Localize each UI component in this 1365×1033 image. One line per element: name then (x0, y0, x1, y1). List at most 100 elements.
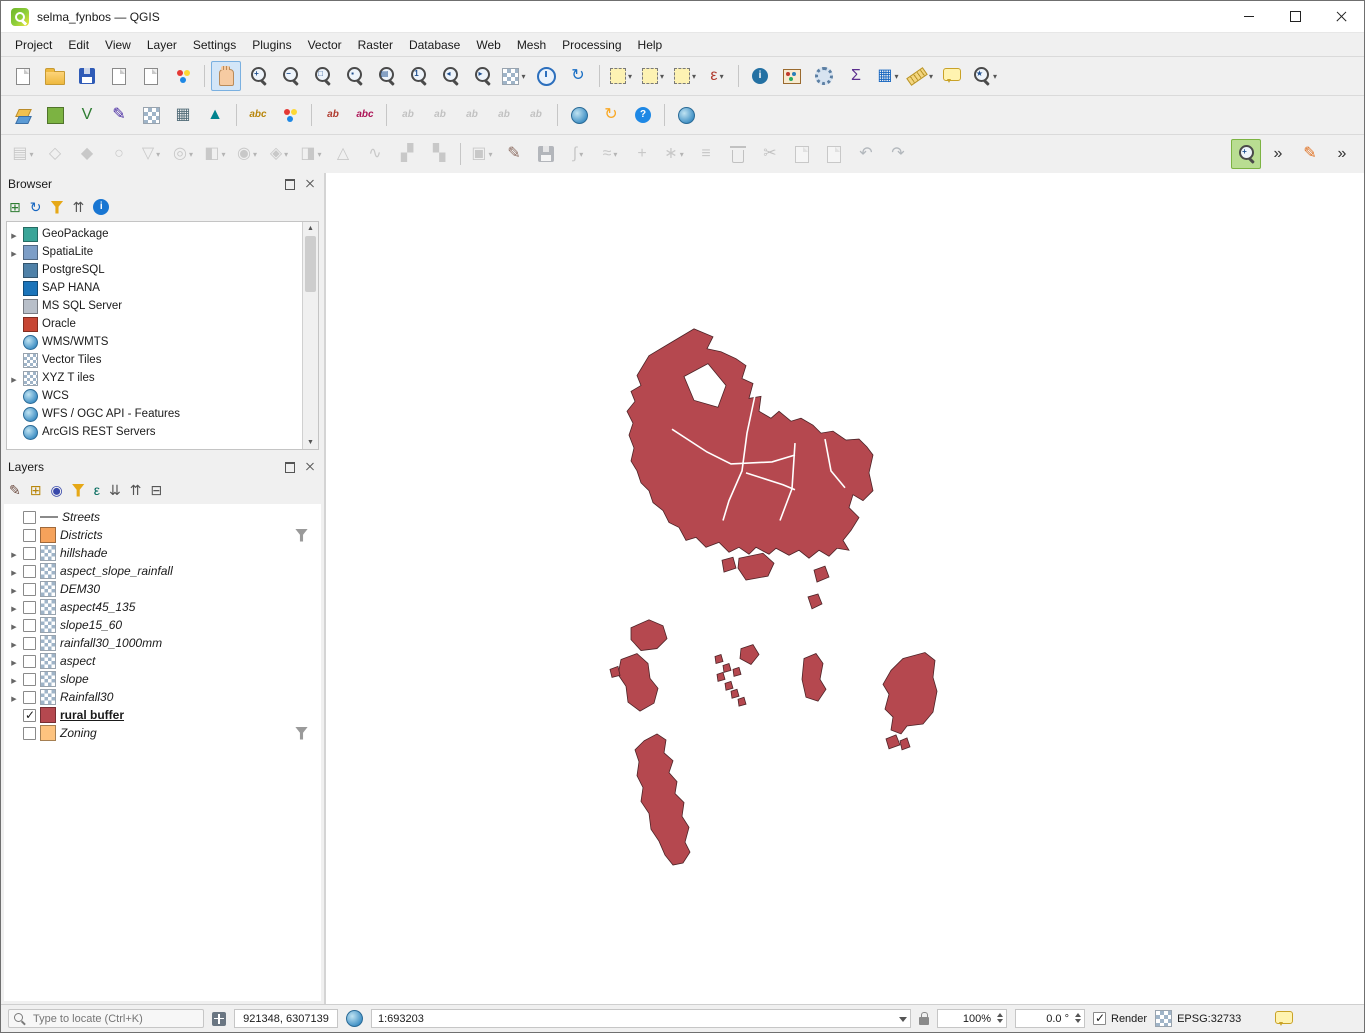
scroll-thumb[interactable] (305, 236, 316, 292)
toolbar-extension-icon[interactable]: » (1263, 139, 1293, 169)
browser-xyz-tiles[interactable]: XYZ T iles (7, 369, 302, 387)
temporal-controller-icon[interactable] (531, 61, 561, 91)
layer-checkbox[interactable] (23, 727, 36, 740)
layer-checkbox[interactable] (23, 583, 36, 596)
new-map-view-icon[interactable] (499, 61, 529, 91)
merge-features-icon[interactable]: ▣ (467, 139, 497, 169)
magnifier-spinbox[interactable]: 100% (937, 1009, 1007, 1028)
browser-spatialite[interactable]: SpatiaLite (7, 243, 302, 261)
scroll-down-icon[interactable]: ▼ (307, 436, 314, 449)
rotation-spinbox[interactable]: 0.0 ° (1015, 1009, 1085, 1028)
new-mesh-layer-icon[interactable]: ▲ (200, 100, 230, 130)
browser-geopackage[interactable]: GeoPackage (7, 225, 302, 243)
browser-ms-sql-server[interactable]: MS SQL Server (7, 297, 302, 315)
pin-labels-icon[interactable]: ab (318, 100, 348, 130)
move-feature-icon[interactable]: ◇ (40, 139, 70, 169)
layer-districts[interactable]: Districts (4, 526, 321, 544)
layer-rainfall30-1000mm[interactable]: rainfall30_1000mm (4, 634, 321, 652)
expander-icon[interactable] (9, 546, 19, 560)
menu-item[interactable]: Database (401, 35, 468, 55)
layer-checkbox[interactable] (23, 709, 36, 722)
collapse-all-icon[interactable]: ⇈ (72, 200, 84, 214)
add-group-icon[interactable]: ⊞ (30, 483, 42, 497)
maximize-button[interactable] (1272, 1, 1318, 32)
expander-icon[interactable] (9, 636, 19, 650)
style-manager-icon[interactable] (168, 61, 198, 91)
menu-item[interactable]: Project (7, 35, 60, 55)
show-layout-manager-icon[interactable] (136, 61, 166, 91)
menu-item[interactable]: Vector (300, 35, 350, 55)
layer-checkbox[interactable] (23, 619, 36, 632)
digitize-with-curve-icon[interactable]: ∫ (563, 139, 593, 169)
browser-wfs[interactable]: WFS / OGC API - Features (7, 405, 302, 423)
menu-item[interactable]: Settings (185, 35, 244, 55)
delete-selected-icon[interactable] (723, 139, 753, 169)
lock-scale-icon[interactable] (919, 1017, 929, 1025)
open-attribute-table-icon[interactable]: ▦ (873, 61, 903, 91)
browser-postgresql[interactable]: PostgreSQL (7, 261, 302, 279)
properties-icon[interactable]: i (93, 199, 109, 215)
new-print-layout-icon[interactable] (104, 61, 134, 91)
toolbar-button[interactable] (233, 101, 240, 129)
layer-checkbox[interactable] (23, 529, 36, 542)
browser-sap-hana[interactable]: SAP HANA (7, 279, 302, 297)
menu-item[interactable]: View (97, 35, 139, 55)
new-project-icon[interactable] (8, 61, 38, 91)
show-bookmarks-icon[interactable]: ★ (969, 61, 999, 91)
minimize-button[interactable] (1226, 1, 1272, 32)
layer-checkbox[interactable] (23, 511, 36, 524)
select-features-icon[interactable] (606, 61, 636, 91)
new-shapefile-layer-icon[interactable]: V (72, 100, 102, 130)
toolbar-button[interactable] (201, 62, 208, 90)
save-project-icon[interactable] (72, 61, 102, 91)
zoom-overflow-icon[interactable]: + (1231, 139, 1261, 169)
scroll-up-icon[interactable]: ▲ (307, 222, 314, 235)
zoom-to-layer-icon[interactable]: ▤ (371, 61, 401, 91)
expander-icon[interactable] (9, 600, 19, 614)
vertex-tool-icon[interactable]: ∗ (659, 139, 689, 169)
browser-oracle[interactable]: Oracle (7, 315, 302, 333)
layer-checkbox[interactable] (23, 565, 36, 578)
rotate-feature-icon[interactable]: ○ (104, 139, 134, 169)
menu-item[interactable]: Raster (350, 35, 401, 55)
locate-input[interactable] (31, 1012, 198, 1026)
processing-toolbox-icon[interactable] (809, 61, 839, 91)
map-canvas[interactable] (326, 173, 1364, 1004)
add-ring-icon[interactable]: ◎ (168, 139, 198, 169)
expander-icon[interactable] (9, 618, 19, 632)
delete-part-icon[interactable]: ◨ (296, 139, 326, 169)
filter-legend-expression-icon[interactable]: ε (94, 483, 100, 497)
locate-box[interactable] (8, 1009, 204, 1028)
fill-ring-icon[interactable]: ◉ (232, 139, 262, 169)
menu-item[interactable]: Edit (60, 35, 97, 55)
delete-ring-icon[interactable]: ◈ (264, 139, 294, 169)
measure-icon[interactable] (905, 61, 935, 91)
expander-icon[interactable] (9, 690, 19, 704)
identify-features-icon[interactable]: i (745, 61, 775, 91)
map-tips-icon[interactable] (937, 61, 967, 91)
new-spatialite-layer-icon[interactable]: ✎ (104, 100, 134, 130)
crs-status[interactable]: EPSG:32733 (1155, 1010, 1241, 1027)
close-button[interactable] (1318, 1, 1364, 32)
layer-rainfall30[interactable]: Rainfall30 (4, 688, 321, 706)
float-panel-icon[interactable] (283, 177, 297, 191)
browser-wcs[interactable]: WCS (7, 387, 302, 405)
close-panel-icon[interactable] (303, 177, 317, 191)
coordinates-icon[interactable] (212, 1012, 226, 1026)
expander-icon[interactable] (9, 371, 19, 385)
render-checkbox[interactable] (1093, 1012, 1106, 1025)
copy-features-icon[interactable] (787, 139, 817, 169)
menu-item[interactable]: Help (630, 35, 671, 55)
simplify-feature-icon[interactable]: ▽ (136, 139, 166, 169)
layer-checkbox[interactable] (23, 601, 36, 614)
layer-checkbox[interactable] (23, 655, 36, 668)
browser-arcgis[interactable]: ArcGIS REST Servers (7, 423, 302, 441)
filter-legend-icon[interactable] (72, 484, 85, 497)
messages-icon[interactable] (1275, 1011, 1293, 1024)
manage-map-themes-icon[interactable]: ◉ (50, 483, 62, 497)
move-label-icon[interactable]: ab (393, 100, 423, 130)
layer-checkbox[interactable] (23, 673, 36, 686)
statistical-summary-icon[interactable]: Σ (841, 61, 871, 91)
zoom-next-icon[interactable]: ▸ (467, 61, 497, 91)
toolbar-extension2-icon[interactable]: » (1327, 139, 1357, 169)
